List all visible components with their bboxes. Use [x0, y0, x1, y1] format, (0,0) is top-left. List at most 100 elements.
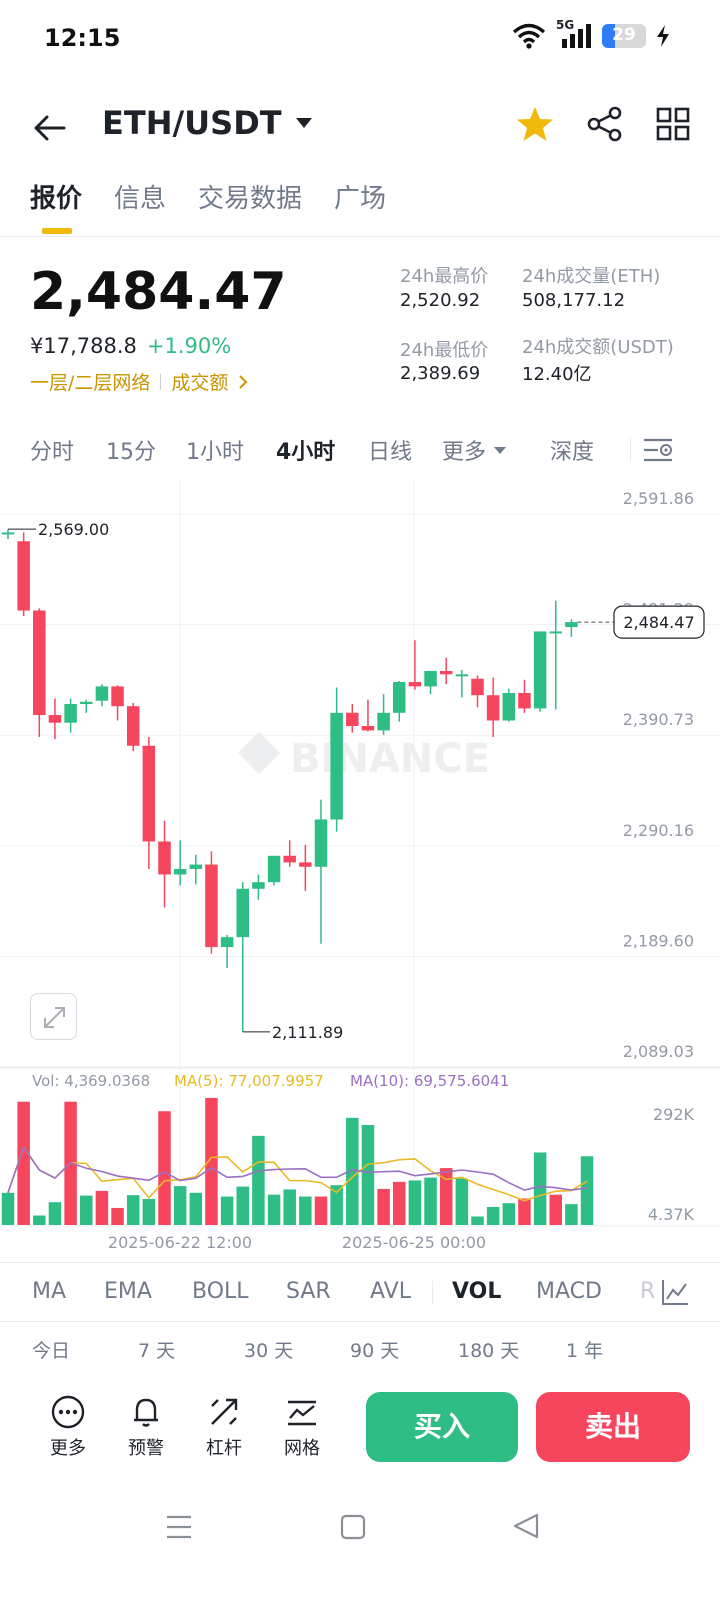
volume-bar: [518, 1198, 531, 1225]
perf-90d[interactable]: 90 天: [350, 1336, 399, 1363]
tab-square[interactable]: 广场: [334, 178, 386, 234]
interval-15m[interactable]: 15分: [106, 434, 156, 466]
indicator-rsi-partial[interactable]: R: [640, 1279, 655, 1304]
fullscreen-button[interactable]: [30, 993, 77, 1040]
watermark: BINANCE: [290, 736, 490, 782]
more-button[interactable]: 更多: [38, 1394, 98, 1460]
candle-body: [1, 532, 15, 535]
share-icon[interactable]: [586, 106, 624, 142]
volume-label: Vol: 4,369.0368: [32, 1072, 150, 1090]
volume-bar: [565, 1204, 578, 1225]
candle-body: [80, 701, 93, 705]
tab-label: 信息: [114, 184, 167, 214]
status-time: 12:15: [44, 24, 121, 52]
indicator-vol[interactable]: VOL: [452, 1279, 501, 1304]
candle-body: [314, 819, 328, 867]
alert-button[interactable]: 预警: [116, 1394, 176, 1460]
volume-bar: [267, 1194, 281, 1225]
cny-price: ¥17,788.8: [30, 334, 137, 358]
buy-button[interactable]: 买入: [366, 1392, 518, 1462]
candle-body: [361, 726, 375, 731]
leverage-button[interactable]: 杠杆: [194, 1394, 254, 1460]
system-nav-bar: [0, 1504, 720, 1584]
interval-1h[interactable]: 1小时: [186, 434, 244, 466]
tab-info[interactable]: 信息: [114, 178, 166, 234]
chart-settings-icon[interactable]: [642, 436, 674, 464]
volume-bar: [80, 1195, 93, 1225]
top-nav: ETH/USDT: [0, 100, 720, 156]
menu-icon[interactable]: [166, 1514, 192, 1540]
candle-body: [64, 704, 77, 723]
home-icon[interactable]: [340, 1514, 366, 1540]
volume-bar: [393, 1181, 406, 1225]
tab-label: 交易数据: [198, 184, 303, 214]
separator: [630, 438, 631, 462]
grid-icon[interactable]: [656, 107, 690, 141]
indicator-avl[interactable]: AVL: [370, 1279, 411, 1304]
change-percent: +1.90%: [146, 334, 232, 358]
pair-selector[interactable]: ETH/USDT: [102, 104, 312, 142]
interval-1d[interactable]: 日线: [368, 434, 412, 466]
sell-button[interactable]: 卖出: [536, 1392, 690, 1462]
candle-body: [267, 855, 281, 883]
volume-bar: [486, 1206, 500, 1225]
caret-down-icon: [494, 446, 507, 454]
price-chart-svg[interactable]: 2,591.862,491.292,390.732,290.162,189.60…: [0, 480, 720, 1260]
volume-bar: [549, 1194, 562, 1225]
candle-body: [377, 712, 390, 731]
layer-network-link[interactable]: 一层/二层网络: [30, 368, 150, 395]
candle-body: [126, 706, 140, 746]
volume-bar: [252, 1135, 265, 1225]
candle-body: [33, 610, 46, 716]
back-arrow-icon[interactable]: [30, 108, 70, 148]
x-axis-label: 2025-06-22 12:00: [108, 1233, 252, 1252]
y-tick-label: 2,189.60: [623, 931, 694, 950]
caret-down-icon: [295, 118, 312, 128]
candle-body: [220, 937, 234, 948]
indicator-ema[interactable]: EMA: [104, 1279, 152, 1304]
interval-more[interactable]: 更多: [442, 434, 507, 466]
alert-label: 预警: [128, 1438, 164, 1459]
candle-body: [17, 541, 30, 611]
volume-bar: [17, 1101, 30, 1225]
volume-bar: [455, 1178, 469, 1225]
low-marker-label: 2,111.89: [272, 1023, 343, 1042]
indicator-sar[interactable]: SAR: [286, 1279, 331, 1304]
indicator-ma[interactable]: MA: [32, 1279, 66, 1304]
expand-icon: [44, 1007, 65, 1028]
perf-today[interactable]: 今日: [32, 1336, 70, 1363]
high-label: 24h最高价: [400, 266, 489, 287]
volume-ma5-label: MA(5): 77,007.9957: [174, 1072, 324, 1090]
indicator-settings-icon[interactable]: [660, 1277, 690, 1307]
candle-body: [173, 868, 187, 875]
depth-chart-tab[interactable]: 深度: [550, 434, 594, 466]
indicator-boll[interactable]: BOLL: [192, 1279, 249, 1304]
last-price: 2,484.47: [30, 262, 287, 322]
volume-bar: [283, 1189, 296, 1225]
grid-trading-label: 网格: [284, 1438, 320, 1459]
candle-body: [549, 631, 562, 634]
interval-4h[interactable]: 4小时: [276, 434, 335, 466]
interval-time-share[interactable]: 分时: [30, 434, 74, 466]
tab-trading-data[interactable]: 交易数据: [198, 178, 302, 234]
back-icon[interactable]: [512, 1512, 540, 1540]
candlestick-chart[interactable]: 2,591.862,491.292,390.732,290.162,189.60…: [0, 480, 720, 1260]
volume-y-tick-label: 4.37K: [648, 1205, 695, 1224]
tab-label: 报价: [30, 184, 83, 214]
page-tabs: 报价 信息 交易数据 广场: [30, 178, 386, 234]
perf-1y[interactable]: 1 年: [566, 1336, 603, 1363]
tab-label: 广场: [334, 184, 387, 214]
perf-180d[interactable]: 180 天: [458, 1336, 519, 1363]
high-marker-label: 2,569.00: [38, 520, 109, 539]
volume-bar: [33, 1215, 46, 1225]
tab-quote[interactable]: 报价: [30, 178, 82, 234]
star-icon[interactable]: [516, 106, 554, 142]
volume-bar: [361, 1124, 375, 1225]
grid-trading-button[interactable]: 网格: [272, 1394, 332, 1460]
perf-7d[interactable]: 7 天: [138, 1336, 175, 1363]
indicator-macd[interactable]: MACD: [536, 1279, 602, 1304]
perf-30d[interactable]: 30 天: [244, 1336, 293, 1363]
candle-body: [252, 882, 265, 889]
volume-rank-link[interactable]: 成交额: [171, 368, 228, 395]
candle-body: [111, 686, 124, 707]
